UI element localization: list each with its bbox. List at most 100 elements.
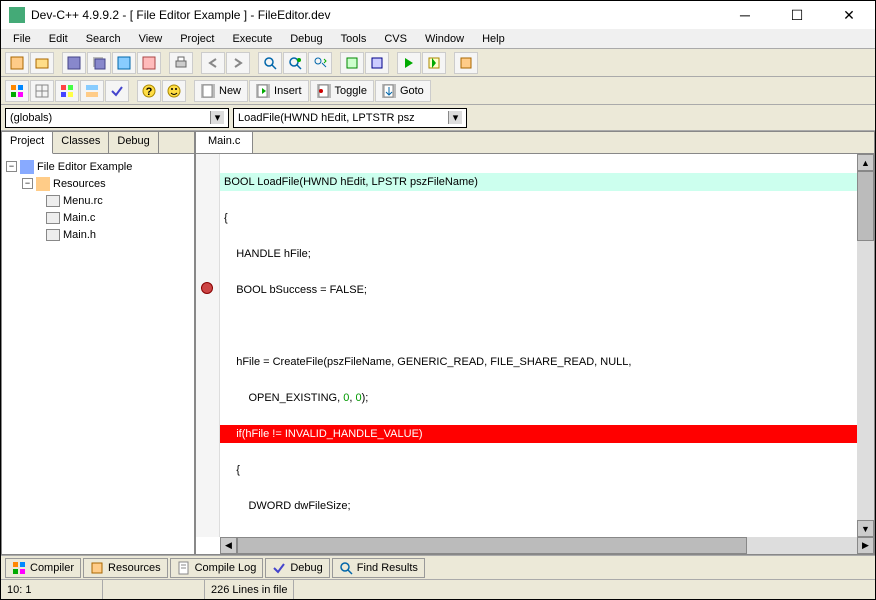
tab-label: Find Results bbox=[357, 562, 418, 574]
menu-file[interactable]: File bbox=[5, 31, 39, 47]
debug-run-icon[interactable] bbox=[454, 52, 478, 74]
titlebar: Dev-C++ 4.9.9.2 - [ File Editor Example … bbox=[1, 1, 875, 29]
new-project-icon[interactable] bbox=[5, 52, 29, 74]
breakpoint-icon[interactable] bbox=[201, 282, 213, 294]
project-icon bbox=[20, 160, 34, 174]
collapse-icon[interactable]: − bbox=[6, 161, 17, 172]
save-disk-icon[interactable] bbox=[112, 52, 136, 74]
code-line: BOOL LoadFile(HWND hEdit, LPSTR pszFileN… bbox=[220, 173, 857, 191]
main-area: Project Classes Debug −File Editor Examp… bbox=[1, 131, 875, 555]
tab-debug-bottom[interactable]: Debug bbox=[265, 558, 329, 578]
toggle-label: Toggle bbox=[335, 85, 367, 97]
grid4-icon[interactable] bbox=[80, 80, 104, 102]
chevron-down-icon: ▾ bbox=[448, 111, 462, 124]
minimize-button[interactable]: ─ bbox=[727, 3, 763, 27]
tab-compile-log[interactable]: Compile Log bbox=[170, 558, 264, 578]
goto-button[interactable]: Goto bbox=[375, 80, 431, 102]
compile-icon[interactable] bbox=[340, 52, 364, 74]
toggle-button[interactable]: Toggle bbox=[310, 80, 374, 102]
grid2-icon[interactable] bbox=[30, 80, 54, 102]
tab-find-results[interactable]: Find Results bbox=[332, 558, 425, 578]
file-tab-main-c[interactable]: Main.c bbox=[196, 132, 253, 153]
close-button[interactable]: ✕ bbox=[831, 3, 867, 27]
check-icon[interactable] bbox=[105, 80, 129, 102]
debug-icon bbox=[272, 561, 286, 575]
status-cursor-pos: 10: 1 bbox=[1, 580, 103, 599]
scroll-right-icon[interactable]: ▶ bbox=[857, 537, 874, 554]
bottom-tabs: Compiler Resources Compile Log Debug Fin… bbox=[1, 555, 875, 579]
insert-button[interactable]: Insert bbox=[249, 80, 309, 102]
undo-icon[interactable] bbox=[201, 52, 225, 74]
goto-icon bbox=[382, 84, 396, 98]
grid3-icon[interactable] bbox=[55, 80, 79, 102]
find-next-icon[interactable] bbox=[308, 52, 332, 74]
scroll-down-icon[interactable]: ▼ bbox=[857, 520, 874, 537]
print-icon[interactable] bbox=[169, 52, 193, 74]
compile-run-icon[interactable] bbox=[397, 52, 421, 74]
vertical-scrollbar[interactable]: ▲ ▼ bbox=[857, 154, 874, 537]
tab-resources[interactable]: Resources bbox=[83, 558, 168, 578]
find-results-icon bbox=[339, 561, 353, 575]
code-editor[interactable]: BOOL LoadFile(HWND hEdit, LPSTR pszFileN… bbox=[220, 154, 857, 537]
tree-folder[interactable]: −Resources bbox=[22, 175, 190, 192]
tree-root[interactable]: −File Editor Example bbox=[6, 158, 190, 175]
menu-tools[interactable]: Tools bbox=[333, 31, 375, 47]
save-icon[interactable] bbox=[62, 52, 86, 74]
scope-combo[interactable]: (globals) ▾ bbox=[5, 108, 229, 128]
redo-icon[interactable] bbox=[226, 52, 250, 74]
menu-view[interactable]: View bbox=[131, 31, 171, 47]
scope-combo-value: (globals) bbox=[10, 112, 52, 124]
new-label: New bbox=[219, 85, 241, 97]
horizontal-scrollbar[interactable]: ◀ ▶ bbox=[220, 537, 874, 554]
code-line: HANDLE hFile; bbox=[220, 245, 857, 263]
collapse-icon[interactable]: − bbox=[22, 178, 33, 189]
tree-file[interactable]: Main.c bbox=[46, 209, 190, 226]
menu-search[interactable]: Search bbox=[78, 31, 129, 47]
run-icon[interactable] bbox=[365, 52, 389, 74]
project-tree: −File Editor Example −Resources Menu.rc … bbox=[2, 154, 194, 554]
rebuild-icon[interactable] bbox=[422, 52, 446, 74]
tree-file[interactable]: Main.h bbox=[46, 226, 190, 243]
chevron-down-icon: ▾ bbox=[210, 111, 224, 124]
function-combo[interactable]: LoadFile(HWND hEdit, LPTSTR psz▾ bbox=[233, 108, 467, 128]
save-all-icon[interactable] bbox=[87, 52, 111, 74]
insert-icon bbox=[256, 84, 270, 98]
window-title: Dev-C++ 4.9.9.2 - [ File Editor Example … bbox=[31, 8, 727, 22]
close-file-icon[interactable] bbox=[137, 52, 161, 74]
menu-cvs[interactable]: CVS bbox=[376, 31, 415, 47]
svg-text:?: ? bbox=[146, 86, 153, 98]
open-icon[interactable] bbox=[30, 52, 54, 74]
scroll-left-icon[interactable]: ◀ bbox=[220, 537, 237, 554]
maximize-button[interactable]: ☐ bbox=[779, 3, 815, 27]
menu-window[interactable]: Window bbox=[417, 31, 472, 47]
tab-debug[interactable]: Debug bbox=[109, 132, 158, 153]
help-icon[interactable]: ? bbox=[137, 80, 161, 102]
menu-execute[interactable]: Execute bbox=[224, 31, 280, 47]
menu-edit[interactable]: Edit bbox=[41, 31, 76, 47]
menu-project[interactable]: Project bbox=[172, 31, 222, 47]
grid1-icon[interactable] bbox=[5, 80, 29, 102]
code-line: hFile = CreateFile(pszFileName, GENERIC_… bbox=[220, 353, 857, 371]
menu-debug[interactable]: Debug bbox=[282, 31, 330, 47]
scroll-thumb[interactable] bbox=[237, 537, 747, 554]
find-icon[interactable] bbox=[258, 52, 282, 74]
tree-file[interactable]: Menu.rc bbox=[46, 192, 190, 209]
file-tabs: Main.c bbox=[196, 132, 874, 154]
new-file-button[interactable]: New bbox=[194, 80, 248, 102]
status-lines: 226 Lines in file bbox=[205, 580, 294, 599]
menubar: File Edit Search View Project Execute De… bbox=[1, 29, 875, 49]
tab-project[interactable]: Project bbox=[2, 132, 53, 154]
replace-icon[interactable] bbox=[283, 52, 307, 74]
file-icon bbox=[46, 229, 60, 241]
code-area: BOOL LoadFile(HWND hEdit, LPSTR pszFileN… bbox=[196, 154, 874, 537]
menu-help[interactable]: Help bbox=[474, 31, 513, 47]
about-icon[interactable] bbox=[162, 80, 186, 102]
scroll-thumb[interactable] bbox=[857, 171, 874, 241]
gutter[interactable] bbox=[196, 154, 220, 537]
tab-label: Compiler bbox=[30, 562, 74, 574]
scroll-up-icon[interactable]: ▲ bbox=[857, 154, 874, 171]
tree-file-label: Main.h bbox=[63, 229, 96, 241]
left-panel: Project Classes Debug −File Editor Examp… bbox=[1, 131, 195, 555]
tab-compiler[interactable]: Compiler bbox=[5, 558, 81, 578]
tab-classes[interactable]: Classes bbox=[53, 132, 109, 153]
